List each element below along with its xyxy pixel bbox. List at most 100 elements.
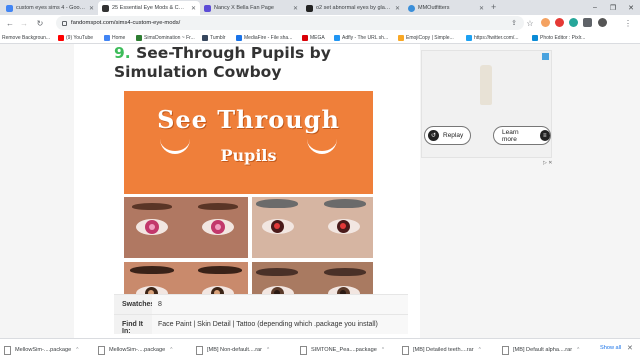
see-through-banner: See Through Pupils xyxy=(124,91,373,194)
bookmark-item[interactable]: Home xyxy=(104,33,125,42)
file-icon xyxy=(4,345,11,355)
pixlr-icon xyxy=(532,34,538,41)
download-item[interactable]: MellowSim-....package ⌃ xyxy=(4,343,79,357)
chevron-up-icon[interactable]: ⌃ xyxy=(266,347,270,353)
download-item[interactable]: [MB] Non-default....rar ⌃ xyxy=(196,343,270,357)
adfly-icon xyxy=(334,34,340,41)
tumblr-icon xyxy=(202,34,208,41)
share-icon[interactable]: ⇪ xyxy=(508,17,520,29)
forward-arrow-icon[interactable]: → xyxy=(18,17,30,29)
adchoices-icon[interactable] xyxy=(542,53,549,60)
browser-toolbar: ← → ↻ fandomspot.com/sims4-custom-eye-mo… xyxy=(0,15,640,31)
bookmark-item[interactable]: (9) YouTube xyxy=(58,33,93,42)
chevron-up-icon[interactable]: ⌃ xyxy=(576,347,580,353)
close-tab-icon[interactable]: ✕ xyxy=(395,5,400,12)
maximize-button[interactable]: ❐ xyxy=(604,0,622,15)
bookmarks-bar: Remove Backgroun... (9) YouTube Home Sim… xyxy=(0,31,640,44)
back-arrow-icon[interactable]: ← xyxy=(4,17,16,29)
banner-title: See Through xyxy=(157,105,340,134)
download-item[interactable]: [MB] Detailed teeth....rar ⌃ xyxy=(402,343,482,357)
bookmark-item[interactable]: EmojiCopy | Simple... xyxy=(398,33,454,42)
replay-button[interactable]: ↺ Replay xyxy=(424,126,471,145)
profile-avatar[interactable] xyxy=(598,18,607,27)
downloads-shelf: MellowSim-....package ⌃ MellowSim-....pa… xyxy=(0,338,640,360)
table-row: Find It In: Face Paint | Skin Detail | T… xyxy=(114,314,408,335)
close-tab-icon[interactable]: ✕ xyxy=(293,5,298,12)
replay-icon: ↺ xyxy=(428,130,439,141)
file-icon xyxy=(98,345,105,355)
extension-icon[interactable] xyxy=(555,18,564,27)
emoji-icon xyxy=(398,34,404,41)
download-item[interactable]: MellowSim-....package ⌃ xyxy=(98,343,173,357)
table-value: 8 xyxy=(152,295,408,314)
close-tab-icon[interactable]: ✕ xyxy=(479,5,484,12)
close-shelf-icon[interactable]: ✕ xyxy=(627,344,633,352)
tab-mmoutfitters[interactable]: MMOutfitters ✕ xyxy=(404,1,488,15)
banner-subtitle: Pupils xyxy=(220,146,277,165)
bookmark-item[interactable]: SimsDomination ~ Fr... xyxy=(136,33,195,42)
download-item[interactable]: [MB] Default alpha....rar ⌃ xyxy=(502,343,580,357)
fandomspot-favicon-icon xyxy=(102,4,109,12)
mediafire-icon xyxy=(236,34,242,41)
file-icon xyxy=(196,345,203,355)
tab-abnormal-eyes[interactable]: o2 set abnormal eyes by glaza |... ✕ xyxy=(302,1,404,15)
menu-kebab-icon[interactable]: ⋮ xyxy=(622,17,634,29)
globe-icon xyxy=(466,34,472,41)
tab-eye-mods[interactable]: 25 Essential Eye Mods & CC Pac... ✕ xyxy=(98,1,200,15)
google-favicon-icon xyxy=(6,4,13,12)
bookmark-item[interactable]: MEGA xyxy=(302,33,325,42)
tab-google-search[interactable]: custom eyes sims 4 - Google Se... ✕ xyxy=(2,1,98,15)
extension-icon[interactable] xyxy=(541,18,550,27)
url-text: fandomspot.com/sims4-custom-eye-mods/ xyxy=(71,20,181,26)
eye-preview-image xyxy=(124,197,248,258)
chevron-up-icon[interactable]: ⌃ xyxy=(381,347,385,353)
tumblr-favicon-icon xyxy=(306,4,313,12)
menu-lines-icon: ≡ xyxy=(539,130,550,141)
article-heading: 9. See-Through Pupils by Simulation Cowb… xyxy=(114,44,414,82)
table-value: Face Paint | Skin Detail | Tattoo (depen… xyxy=(152,315,408,334)
bookmark-item[interactable]: Tumblr xyxy=(202,33,225,42)
extension-icon[interactable] xyxy=(569,18,578,27)
eye-preview-image xyxy=(252,197,373,258)
puzzle-icon[interactable] xyxy=(583,18,592,27)
close-tab-icon[interactable]: ✕ xyxy=(89,5,94,12)
chevron-up-icon[interactable]: ⌃ xyxy=(75,347,79,353)
ad-controls[interactable]: ▷ ✕ xyxy=(543,160,552,166)
show-all-button[interactable]: Show all xyxy=(600,345,621,351)
download-item[interactable]: SIMTONE_Pea....package ⌃ xyxy=(300,343,385,357)
file-icon xyxy=(502,345,509,355)
youtube-icon xyxy=(58,34,64,41)
mmoutfitters-favicon-icon xyxy=(408,4,415,12)
table-row: Swatches: 8 xyxy=(114,294,408,314)
tab-strip: custom eyes sims 4 - Google Se... ✕ 25 E… xyxy=(0,0,640,15)
heading-line-1: See-Through Pupils by xyxy=(136,44,331,62)
heading-number: 9. xyxy=(114,44,131,62)
bookmark-item[interactable]: Photo Editor : Pixlr... xyxy=(532,33,585,42)
new-tab-button[interactable]: + xyxy=(491,2,496,13)
close-window-button[interactable]: ✕ xyxy=(622,0,640,15)
mega-icon xyxy=(302,34,308,41)
learn-more-button[interactable]: Learn more ≡ xyxy=(493,126,551,145)
minimize-button[interactable]: – xyxy=(586,0,604,15)
file-icon xyxy=(402,345,409,355)
address-bar[interactable]: fandomspot.com/sims4-custom-eye-mods/ xyxy=(56,16,524,30)
bookmark-item[interactable]: MediaFire - File sha... xyxy=(236,33,292,42)
home-icon xyxy=(104,34,110,41)
chevron-up-icon[interactable]: ⌃ xyxy=(169,347,173,353)
star-icon[interactable]: ☆ xyxy=(524,17,536,29)
lock-icon xyxy=(62,20,67,26)
bottle-image xyxy=(480,65,492,105)
site-favicon-icon xyxy=(204,4,211,12)
bookmark-item[interactable]: https://twitter.com/... xyxy=(466,33,518,42)
reload-icon[interactable]: ↻ xyxy=(34,17,46,29)
video-ad[interactable]: ↺ Replay Learn more ≡ xyxy=(421,50,552,158)
heading-line-2: Simulation Cowboy xyxy=(114,63,282,81)
bookmark-item[interactable]: Adfly - The URL sh... xyxy=(334,33,388,42)
tab-nancy-bella[interactable]: Nancy X Bella Fan Page ✕ xyxy=(200,1,302,15)
table-key: Find It In: xyxy=(114,315,152,335)
table-key: Swatches: xyxy=(114,295,157,314)
chevron-up-icon[interactable]: ⌃ xyxy=(478,347,482,353)
bookmark-item[interactable]: Remove Backgroun... xyxy=(2,33,50,42)
close-tab-icon[interactable]: ✕ xyxy=(191,5,196,12)
browser-window: custom eyes sims 4 - Google Se... ✕ 25 E… xyxy=(0,0,640,360)
